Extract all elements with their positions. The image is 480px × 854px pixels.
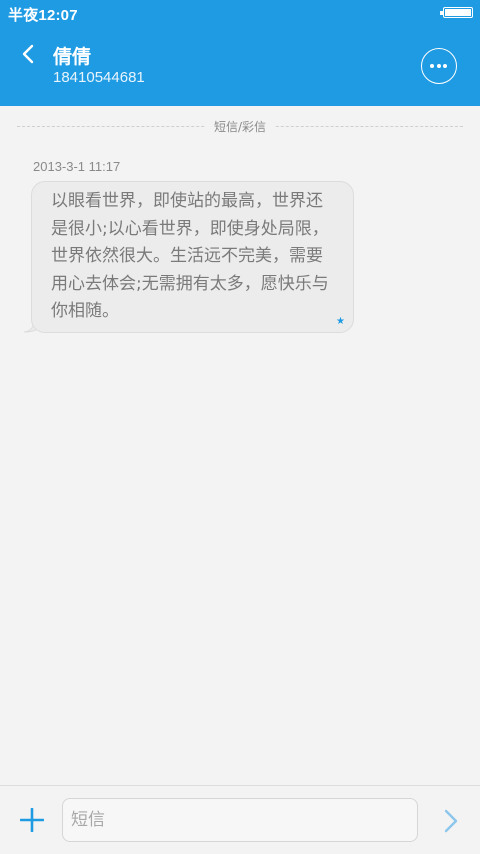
message-bubble[interactable]: 以眼看世界，即使站的最高，世界还是很小;以心看世界，即使身处局限，世界依然很大。… [31,181,354,333]
message-text: 以眼看世界，即使站的最高，世界还是很小;以心看世界，即使身处局限，世界依然很大。… [51,191,329,321]
app-header: 半夜12:07 倩倩 18410544681 [0,0,480,106]
add-attachment-button[interactable] [19,807,45,833]
more-options-button[interactable] [421,48,457,84]
divider-label: 短信/彩信 [205,118,275,135]
contact-name: 倩倩 [53,46,92,68]
status-time: 半夜12:07 [8,7,78,24]
message-timestamp: 2013-3-1 11:17 [33,159,121,174]
contact-number: 18410544681 [53,69,145,86]
message-input[interactable] [62,798,418,842]
message-type-divider: 短信/彩信 [17,117,463,137]
composer-bar [0,785,480,854]
chevron-left-icon [22,44,34,64]
battery-icon [440,7,473,18]
star-icon: ★ [336,316,345,327]
chevron-right-icon [444,809,458,833]
send-button[interactable] [440,808,462,834]
more-horizontal-icon [430,64,434,68]
plus-icon [19,807,45,833]
back-button[interactable] [14,40,44,70]
